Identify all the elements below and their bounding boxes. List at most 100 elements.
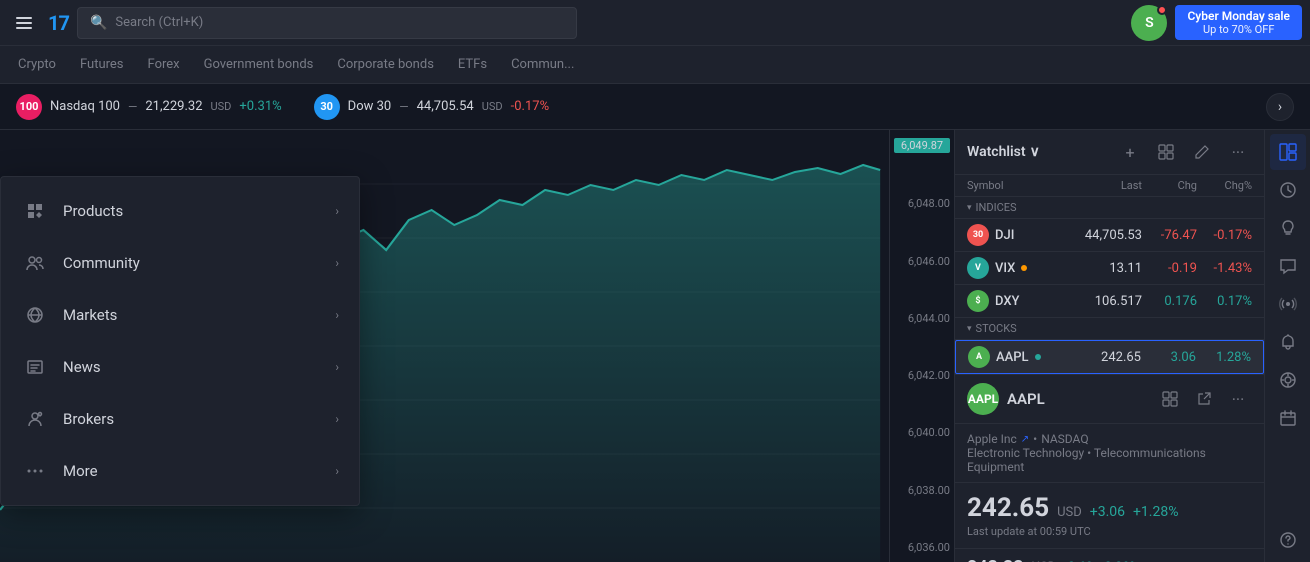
menu-label-products: Products [63,202,321,220]
stock-price-section: 242.65 USD +3.06 +1.28% Last update at 0… [955,483,1264,549]
menu-item-community[interactable]: Community › [1,237,359,289]
hamburger-icon [16,14,32,32]
calendar-icon-button[interactable] [1270,400,1306,436]
ticker-nasdaq100[interactable]: 100 Nasdaq 100 — 21,229.32 USD +0.31% [16,94,282,120]
dji-chg: -76.47 [1142,228,1197,243]
watchlist-header: Watchlist ∨ + ·· [955,130,1264,175]
stock-detail-name: AAPL [1007,390,1045,408]
menu-item-brokers[interactable]: Brokers › [1,393,359,445]
brokers-icon [21,405,49,433]
menu-label-community: Community [63,254,321,272]
stock-last-update: Last update at 00:59 UTC [967,525,1252,538]
row-symbol-dxy: $ DXY [967,290,1072,312]
tab-forex[interactable]: Forex [138,51,190,79]
sub-header: Crypto Futures Forex Government bonds Co… [0,46,1310,84]
ticker-dow30[interactable]: 30 Dow 30 — 44,705.54 USD -0.17% [314,94,549,120]
alert-icon-button[interactable] [1270,324,1306,360]
watchlist-title[interactable]: Watchlist ∨ [967,144,1040,160]
add-watchlist-button[interactable]: + [1116,138,1144,166]
ticker-change-nasdaq: +0.31% [239,99,281,114]
ticker-bar: 100 Nasdaq 100 — 21,229.32 USD +0.31% 30… [0,84,1310,130]
ticker-dash-nasdaq: — [128,100,137,114]
watchlist-row-dji[interactable]: 30 DJI 44,705.53 -76.47 -0.17% [955,219,1264,252]
tab-crypto[interactable]: Crypto [8,51,66,79]
premarket-price: 243.33 [967,557,1024,562]
cyber-monday-button[interactable]: Cyber Monday sale Up to 70% OFF [1175,5,1302,40]
premarket-row: 243.33 USD +0.68 +0.28% [967,557,1252,562]
vix-chg: -0.19 [1142,261,1197,276]
ticker-value-nasdaq: 21,229.32 [145,99,202,114]
news-icon [21,353,49,381]
stock-open-button[interactable] [1190,385,1218,413]
watchlist-chevron: ∨ [1030,144,1040,160]
aapl-chgpct: 1.28% [1196,350,1251,365]
logo[interactable]: 17 [48,11,69,35]
tab-futures[interactable]: Futures [70,51,134,79]
help-icon-button[interactable] [1270,522,1306,558]
bulb-icon-button[interactable] [1270,210,1306,246]
watchlist-table-header: Symbol Last Chg Chg% [955,175,1264,197]
stock-layout-button[interactable] [1156,385,1184,413]
search-bar[interactable]: 🔍 Search (Ctrl+K) [77,7,577,39]
menu-arrow-news: › [335,360,339,374]
hamburger-button[interactable] [8,7,40,39]
price-label-1: 6,048.00 [894,197,950,210]
clock-icon-button[interactable] [1270,172,1306,208]
stock-more-button[interactable]: ··· [1224,385,1252,413]
price-label-6: 6,038.00 [894,484,950,497]
ticker-nav-button[interactable]: › [1266,93,1294,121]
menu-label-news: News [63,358,321,376]
ticker-badge-nasdaq: 100 [16,94,42,120]
tab-etfs[interactable]: ETFs [448,51,497,79]
watchlist-more-button[interactable]: ··· [1224,138,1252,166]
menu-arrow-brokers: › [335,412,339,426]
dxy-circle: $ [967,290,989,312]
ticker-unit-nasdaq: USD [211,100,232,113]
stock-price-change-pct: +1.28% [1133,504,1179,520]
tab-community[interactable]: Commun... [501,51,584,79]
dxy-last: 106.517 [1072,294,1142,309]
tab-government-bonds[interactable]: Government bonds [194,51,324,79]
layout-icon-button[interactable] [1270,134,1306,170]
watchlist-row-aapl[interactable]: A AAPL 242.65 3.06 1.28% [955,340,1264,374]
price-label-highlight: 6,049.87 [894,138,950,153]
dropdown-menu: Products › Community › [0,176,360,506]
cyber-monday-line2: Up to 70% OFF [1187,23,1290,36]
menu-label-brokers: Brokers [63,410,321,428]
watchlist-chart-button[interactable] [1152,138,1180,166]
section-stocks: ▾ STOCKS [955,318,1264,340]
menu-item-markets[interactable]: Markets › [1,289,359,341]
ticker-name-nasdaq: Nasdaq 100 [50,99,120,114]
avatar[interactable]: S [1131,5,1167,41]
section-indices: ▾ INDICES [955,197,1264,219]
menu-arrow-more: › [335,464,339,478]
stock-price-change: +3.06 [1090,504,1125,520]
tab-corporate-bonds[interactable]: Corporate bonds [327,51,444,79]
vix-last: 13.11 [1072,261,1142,276]
vix-circle: V [967,257,989,279]
target-icon-button[interactable] [1270,362,1306,398]
broadcast-icon-button[interactable] [1270,286,1306,322]
ticker-unit-dow: USD [482,100,503,113]
dxy-chgpct: 0.17% [1197,294,1252,309]
watchlist-edit-button[interactable] [1188,138,1216,166]
products-icon [21,197,49,225]
chat-icon-button[interactable] [1270,248,1306,284]
vix-chgpct: -1.43% [1197,261,1252,276]
th-last: Last [1072,179,1142,192]
chart-price-labels: 6,049.87 6,048.00 6,046.00 6,044.00 6,04… [889,130,954,562]
stock-detail: AAPL AAPL [955,374,1264,562]
watchlist-row-vix[interactable]: V VIX 13.11 -0.19 -1.43% [955,252,1264,285]
menu-item-news[interactable]: News › [1,341,359,393]
menu-item-products[interactable]: Products › [1,185,359,237]
menu-item-more[interactable]: More › [1,445,359,497]
price-label-7: 6,036.00 [894,541,950,554]
community-icon [21,249,49,277]
right-icon-bar [1264,130,1310,562]
th-symbol: Symbol [967,179,1072,192]
dxy-name: DXY [995,294,1020,309]
stock-detail-header: AAPL AAPL [955,375,1264,424]
dji-name: DJI [995,228,1014,243]
watchlist-row-dxy[interactable]: $ DXY 106.517 0.176 0.17% [955,285,1264,318]
dxy-chg: 0.176 [1142,294,1197,309]
